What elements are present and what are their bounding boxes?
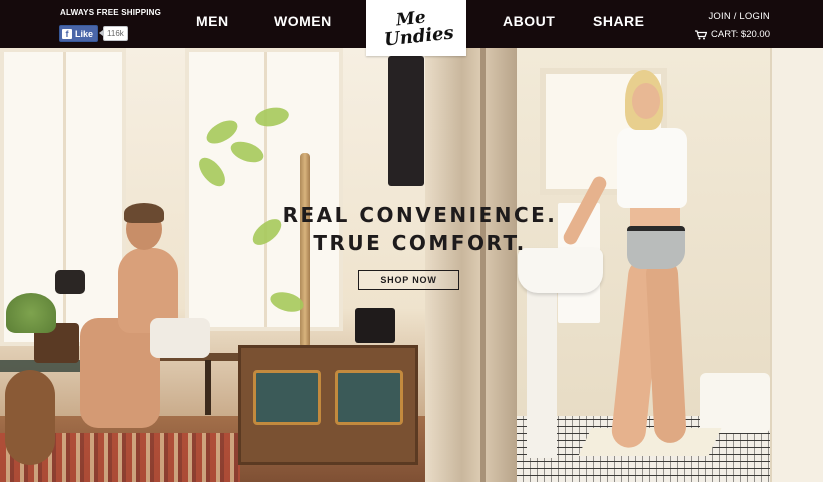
nav-share[interactable]: SHARE — [593, 13, 645, 29]
painted-chest — [238, 345, 418, 465]
sink-pedestal — [527, 288, 557, 458]
bathroom-door — [770, 48, 823, 482]
woman-underwear — [627, 226, 685, 269]
facebook-like-count: 116k — [99, 26, 128, 41]
headline-line-2: TRUE COMFORT. — [313, 231, 527, 255]
camera — [55, 270, 85, 294]
coffee-table-base — [5, 370, 55, 465]
chest-panel — [253, 370, 321, 425]
chest-panel — [335, 370, 403, 425]
nav-about[interactable]: ABOUT — [503, 13, 555, 29]
bathtub — [700, 373, 770, 433]
cart-total: CART: $20.00 — [711, 29, 770, 40]
hero-banner: REAL CONVENIENCE. TRUE COMFORT. SHOP NOW — [0, 48, 823, 482]
shop-now-button[interactable]: SHOP NOW — [358, 270, 459, 290]
man-underwear — [150, 318, 210, 358]
nav-men[interactable]: MEN — [196, 13, 229, 29]
logo-line-2: Undies — [383, 22, 455, 51]
woman-head — [632, 83, 660, 119]
headline-line-1: REAL CONVENIENCE. — [282, 203, 558, 227]
meundies-logo[interactable]: Me Undies — [366, 0, 466, 56]
living-room-photo — [0, 48, 430, 482]
man-hair — [124, 203, 164, 223]
bath-mat — [578, 428, 722, 456]
facebook-like-label: Like — [75, 28, 94, 39]
woman-shirt — [617, 128, 687, 208]
bench-leg — [205, 360, 211, 415]
nav-women[interactable]: WOMEN — [274, 13, 332, 29]
cart-icon — [695, 29, 708, 39]
facebook-icon: f — [62, 28, 72, 39]
wall-speaker — [388, 56, 424, 186]
cart-link[interactable]: CART: $20.00 — [695, 29, 770, 40]
radio — [355, 308, 395, 343]
facebook-like-widget[interactable]: f Like 116k — [59, 25, 128, 42]
man-legs — [80, 318, 160, 428]
window-center — [185, 48, 343, 331]
facebook-like-button[interactable]: f Like — [59, 25, 99, 42]
door-frame — [425, 48, 517, 482]
free-shipping-promo: ALWAYS FREE SHIPPING — [60, 8, 162, 17]
hero-headline: REAL CONVENIENCE. TRUE COMFORT. — [250, 201, 590, 257]
join-login-link[interactable]: JOIN / LOGIN — [708, 11, 770, 22]
potted-plant — [6, 293, 56, 333]
